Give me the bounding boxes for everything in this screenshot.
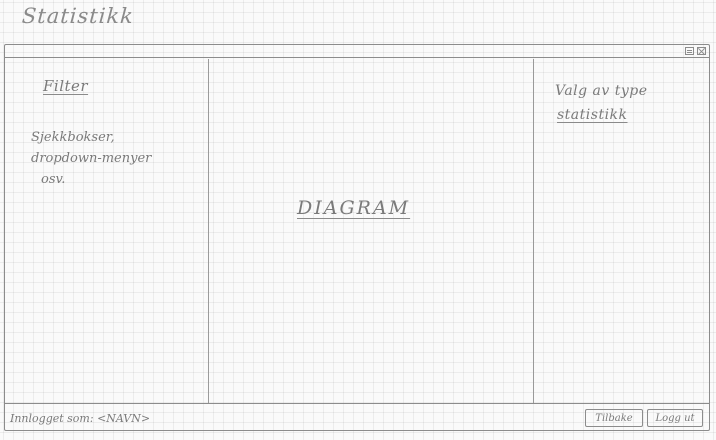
app-window: Filter Sjekkbokser, dropdown-menyer osv.… xyxy=(4,44,710,431)
minimize-icon[interactable] xyxy=(685,47,694,55)
filter-note-line: osv. xyxy=(41,172,66,187)
filter-note: Sjekkbokser, dropdown-menyer osv. xyxy=(31,127,206,190)
page-title: Statistikk xyxy=(21,4,135,28)
close-icon[interactable] xyxy=(697,47,706,55)
back-button[interactable]: Tilbake xyxy=(585,409,643,427)
stat-type-label: Valg av type xyxy=(555,83,648,99)
filter-note-line: dropdown-menyer xyxy=(31,151,152,166)
filter-note-line: Sjekkbokser, xyxy=(31,130,115,145)
footer-divider xyxy=(5,403,709,404)
window-titlebar xyxy=(5,45,709,58)
left-panel-divider xyxy=(208,59,209,403)
right-panel-divider xyxy=(533,59,534,403)
diagram-placeholder: DIAGRAM xyxy=(297,197,411,219)
stat-type-link[interactable]: statistikk xyxy=(557,107,628,123)
logged-in-status: Innlogget som: <NAVN> xyxy=(10,412,151,425)
logout-button[interactable]: Logg ut xyxy=(647,409,703,427)
filter-heading: Filter xyxy=(43,77,89,95)
